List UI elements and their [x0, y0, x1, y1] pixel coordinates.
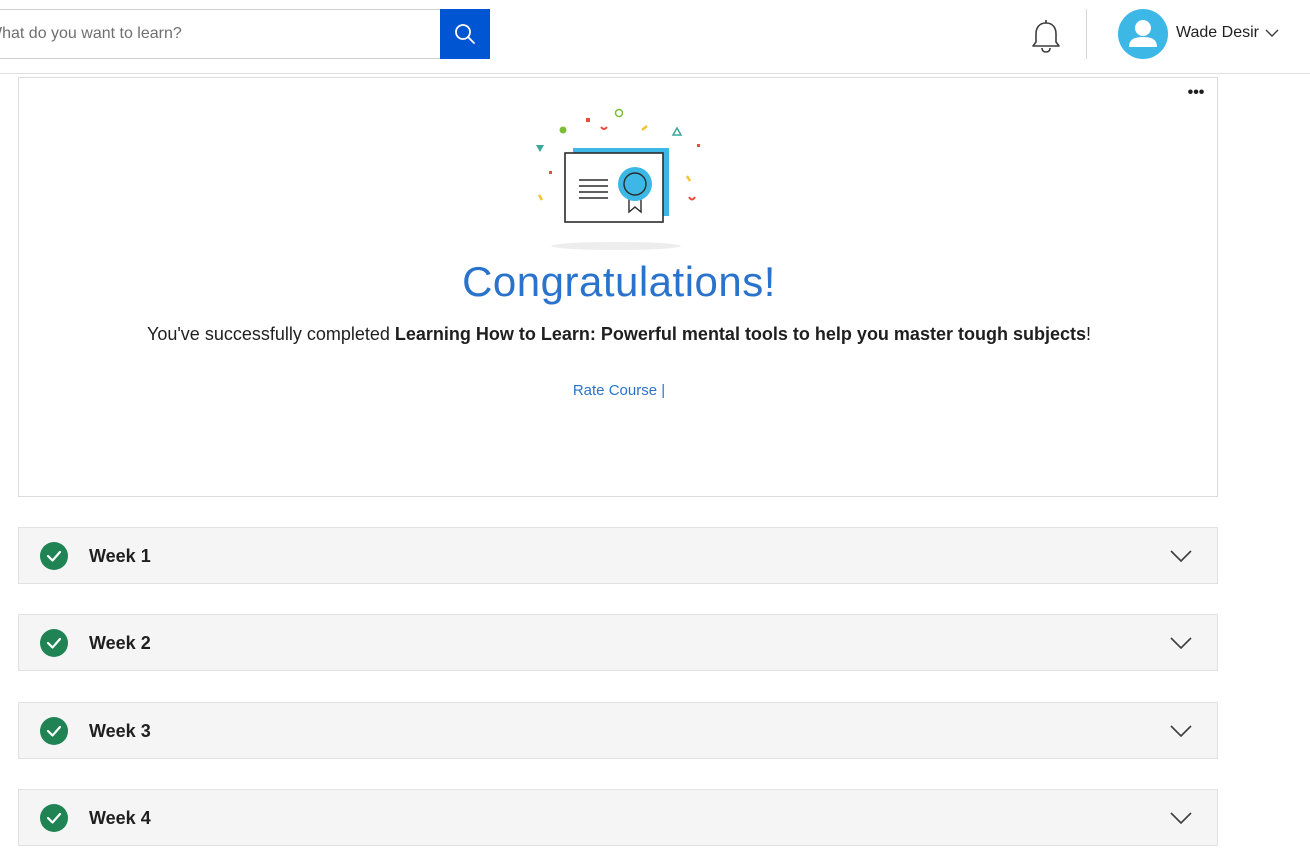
user-name[interactable]: Wade Desir	[1176, 24, 1259, 42]
week-row-2[interactable]: Week 2	[18, 614, 1218, 671]
week-row-1[interactable]: Week 1	[18, 527, 1218, 584]
search-bar	[0, 9, 490, 59]
search-icon	[455, 24, 475, 44]
rate-separator: |	[657, 382, 666, 399]
congrats-title: Congratulations!	[462, 258, 776, 305]
chevron-down-icon[interactable]	[1170, 549, 1192, 563]
completion-message-prefix: You've successfully completed	[147, 324, 395, 344]
check-circle-icon	[40, 804, 68, 832]
top-header: Wade Desir	[0, 0, 1310, 74]
search-input[interactable]	[0, 10, 489, 58]
week-label: Week 1	[89, 546, 151, 566]
chevron-down-icon[interactable]	[1265, 28, 1279, 38]
completion-message-suffix: !	[1085, 324, 1091, 344]
chevron-down-icon[interactable]	[1170, 724, 1192, 738]
week-row-3[interactable]: Week 3	[18, 702, 1218, 759]
course-name: Learning How to Learn: Powerful mental t…	[394, 324, 1086, 344]
check-circle-icon	[40, 542, 68, 570]
bell-icon[interactable]	[1029, 19, 1063, 55]
week-label: Week 3	[89, 721, 151, 741]
more-dots-icon[interactable]: •••	[1185, 85, 1207, 104]
rate-course-row: Rate Course |	[19, 382, 1219, 399]
course-complete-card: ••• Congratulations! You've successfully…	[18, 77, 1218, 497]
week-row-4[interactable]: Week 4	[18, 789, 1218, 846]
search-button[interactable]	[440, 9, 490, 59]
header-divider	[1086, 9, 1087, 59]
chevron-down-icon[interactable]	[1170, 636, 1192, 650]
week-label: Week 4	[89, 808, 151, 828]
rate-course-link[interactable]: Rate Course	[573, 382, 657, 399]
completion-message: You've successfully completed Learning H…	[19, 324, 1219, 345]
chevron-down-icon[interactable]	[1170, 811, 1192, 825]
certificate-illustration	[536, 108, 700, 250]
user-avatar-icon[interactable]	[1118, 9, 1168, 59]
check-circle-icon	[40, 629, 68, 657]
check-circle-icon	[40, 717, 68, 745]
week-label: Week 2	[89, 633, 151, 653]
